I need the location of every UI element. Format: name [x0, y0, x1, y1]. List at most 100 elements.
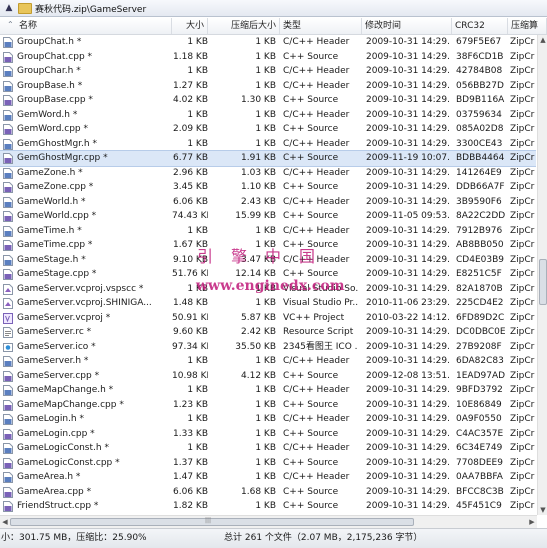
file-modified-time: 2009-10-31 14:29...	[366, 486, 450, 497]
column-type[interactable]: 类型	[280, 18, 362, 34]
file-type: C/C++ Header	[283, 167, 350, 178]
file-name: GemWord.cpp *	[17, 124, 89, 134]
file-name: GameLogin.h *	[17, 414, 84, 424]
scroll-left-arrow-icon[interactable]: ◀	[0, 516, 10, 528]
file-method: ZipCr	[510, 472, 535, 482]
file-crc32: DDB66A7F	[456, 182, 505, 192]
column-crc32[interactable]: CRC32	[452, 18, 508, 34]
file-row[interactable]: GameWorld.h * 6.06 KB 2.43 KB C/C++ Header 2…	[0, 195, 536, 210]
scroll-right-arrow-icon[interactable]: ▶	[527, 516, 537, 528]
column-header: ⌃ 名称 大小 压缩后大小 类型 修改时间 CRC32 压缩算	[0, 18, 547, 35]
vertical-scrollbar[interactable]: ▲ ▼	[537, 35, 547, 515]
file-row[interactable]: GroupBase.cpp * 4.02 KB 1.30 KB C++ Source 2…	[0, 93, 536, 108]
file-row[interactable]: GameServer.rc * 9.60 KB 2.42 KB Resource Sc…	[0, 325, 536, 340]
horizontal-scrollbar[interactable]: ◀ ||| ▶	[0, 515, 537, 528]
file-row[interactable]: GameMapChange.cpp * 1.23 KB 1 KB C++ Source…	[0, 398, 536, 413]
file-compressed-size: 1 KB	[255, 457, 276, 468]
file-type: C/C++ Header	[283, 109, 350, 120]
file-name: GameServer.vcproj *	[17, 312, 111, 323]
file-type: C++ Source	[283, 501, 339, 511]
horizontal-scroll-thumb[interactable]	[10, 518, 414, 526]
file-type: C++ Source	[283, 124, 339, 134]
file-row[interactable]: GameServer.cpp * 10.98 KB 4.12 KB C++ Sourc…	[0, 369, 536, 384]
file-size: 9.60 KB	[173, 327, 208, 337]
file-method: ZipCr	[510, 399, 535, 410]
status-bar: 小：301.75 MB，压缩比：25.90% 总计 261 个文件（2.07 M…	[0, 528, 547, 548]
file-row[interactable]: GameArea.h * 1.47 KB 1 KB C/C++ Header 2009-…	[0, 470, 536, 485]
address-path: 赛秋代码.zip\GameServer	[35, 4, 147, 15]
status-total-info: 总计 261 个文件（2.07 MB，2,175,236 字节）	[224, 533, 423, 543]
file-name: GameServer.rc *	[17, 327, 92, 337]
file-size: 1 KB	[187, 66, 208, 76]
file-method: ZipCr	[510, 443, 535, 453]
file-size: 1.33 KB	[173, 428, 208, 439]
file-compressed-size: 1 KB	[255, 385, 276, 395]
column-compressed-size[interactable]: 压缩后大小	[208, 18, 280, 34]
file-type: C++ Source	[283, 211, 339, 221]
file-compressed-size: 1 KB	[255, 51, 276, 62]
file-name: GroupChat.h *	[17, 37, 82, 47]
file-crc32: C4AC357E	[456, 428, 504, 439]
file-row[interactable]: GameServer.ico * 97.34 KB 35.50 KB 2345看图王 …	[0, 340, 536, 355]
file-row[interactable]: GameMapChange.h * 1 KB 1 KB C/C++ Header 200…	[0, 383, 536, 398]
file-row[interactable]: GemGhostMgr.cpp * 6.77 KB 1.91 KB C++ Sourc…	[0, 150, 536, 167]
file-modified-time: 2009-10-31 14:29...	[366, 341, 450, 352]
file-type: C/C++ Header	[283, 37, 350, 47]
file-modified-time: 2009-11-19 10:07...	[366, 153, 450, 163]
file-row[interactable]: GameTime.h * 1 KB 1 KB C/C++ Header 2009-10-…	[0, 224, 536, 239]
file-row[interactable]: GameServer.vcproj.SHINIGA... 1.48 KB 1 KB V…	[0, 296, 536, 311]
file-crc32: 679F5E67	[456, 37, 502, 47]
file-row[interactable]: GroupChat.h * 1 KB 1 KB C/C++ Header 2009-10…	[0, 35, 536, 50]
file-method: ZipCr	[510, 486, 535, 497]
file-crc32: 45F451C9	[456, 501, 502, 511]
file-method: ZipCr	[510, 109, 535, 120]
file-row[interactable]: GemGhostMgr.h * 1 KB 1 KB C/C++ Header 2009-…	[0, 137, 536, 152]
status-selection-info: 小：301.75 MB，压缩比：25.90%	[1, 533, 147, 543]
file-crc32: 9BFD3792	[456, 385, 503, 395]
file-row[interactable]: GroupChat.cpp * 1.18 KB 1 KB C++ Source 2009…	[0, 50, 536, 65]
file-name: GameServer.h *	[17, 356, 89, 366]
file-modified-time: 2009-10-31 14:29...	[366, 95, 450, 105]
file-row[interactable]: GameArea.cpp * 6.06 KB 1.68 KB C++ Source 20…	[0, 485, 536, 500]
file-crc32: BD9B116A	[456, 95, 505, 105]
file-row[interactable]: GameLogin.h * 1 KB 1 KB C/C++ Header 2009-10…	[0, 412, 536, 427]
file-row[interactable]: GameLogin.cpp * 1.33 KB 1 KB C++ Source 2009…	[0, 427, 536, 442]
file-name: GameZone.cpp *	[17, 182, 94, 192]
vertical-scroll-thumb[interactable]	[539, 259, 547, 305]
file-method: ZipCr	[510, 457, 535, 468]
file-row[interactable]: GroupBase.h * 1.27 KB 1 KB C/C++ Header 2009…	[0, 79, 536, 94]
column-method[interactable]: 压缩算	[508, 18, 547, 34]
file-size: 1 KB	[187, 109, 208, 120]
file-name: GameArea.cpp *	[17, 486, 92, 497]
file-compressed-size: 1 KB	[255, 443, 276, 453]
scroll-up-arrow-icon[interactable]: ▲	[538, 35, 547, 45]
file-row[interactable]: GemWord.h * 1 KB 1 KB C/C++ Header 2009-10-3…	[0, 108, 536, 123]
file-row[interactable]: GameLogicConst.cpp * 1.37 KB 1 KB C++ Sourc…	[0, 456, 536, 471]
address-bar[interactable]: ▲ 赛秋代码.zip\GameServer	[0, 0, 547, 17]
file-row[interactable]: FriendStruct.cpp * 1.82 KB 1 KB C++ Source 2…	[0, 499, 536, 514]
file-type: C/C++ Header	[283, 356, 350, 366]
file-row[interactable]: GameServer.h * 1 KB 1 KB C/C++ Header 2009-1…	[0, 354, 536, 369]
file-size: 1.27 KB	[173, 80, 208, 91]
file-type: C/C++ Header	[283, 196, 350, 207]
file-row[interactable]: GameZone.h * 2.96 KB 1.03 KB C/C++ Header 20…	[0, 166, 536, 181]
file-row[interactable]: GroupChar.h * 1 KB 1 KB C/C++ Header 2009-10…	[0, 64, 536, 79]
file-crc32: 0AA7BBFA	[456, 472, 503, 482]
file-row[interactable]: GameServer.vcproj * 50.91 KB 5.87 KB VC++ P…	[0, 311, 536, 326]
column-modified[interactable]: 修改时间	[362, 18, 452, 34]
file-crc32: CD4E03B9	[456, 254, 504, 265]
file-row[interactable]: GameZone.cpp * 3.45 KB 1.10 KB C++ Source 20…	[0, 180, 536, 195]
file-name: GameMapChange.cpp *	[17, 399, 124, 410]
scroll-down-arrow-icon[interactable]: ▼	[538, 505, 547, 515]
file-method: ZipCr	[510, 414, 535, 424]
file-row[interactable]: GameLogicConst.h * 1 KB 1 KB C/C++ Header 20…	[0, 441, 536, 456]
file-name: GameWorld.h *	[17, 196, 86, 207]
file-row[interactable]: GameWorld.cpp * 74.43 KB 15.99 KB C++ Sourc…	[0, 209, 536, 224]
column-size[interactable]: 大小	[172, 18, 208, 34]
file-row[interactable]: GemWord.cpp * 2.09 KB 1 KB C++ Source 2009-1…	[0, 122, 536, 137]
file-crc32: 056BB27D	[456, 80, 504, 91]
up-folder-icon[interactable]: ▲	[2, 2, 16, 15]
file-name: GameLogicConst.cpp *	[17, 457, 120, 468]
file-size: 6.06 KB	[173, 196, 208, 207]
column-name[interactable]: 名称	[14, 18, 172, 34]
